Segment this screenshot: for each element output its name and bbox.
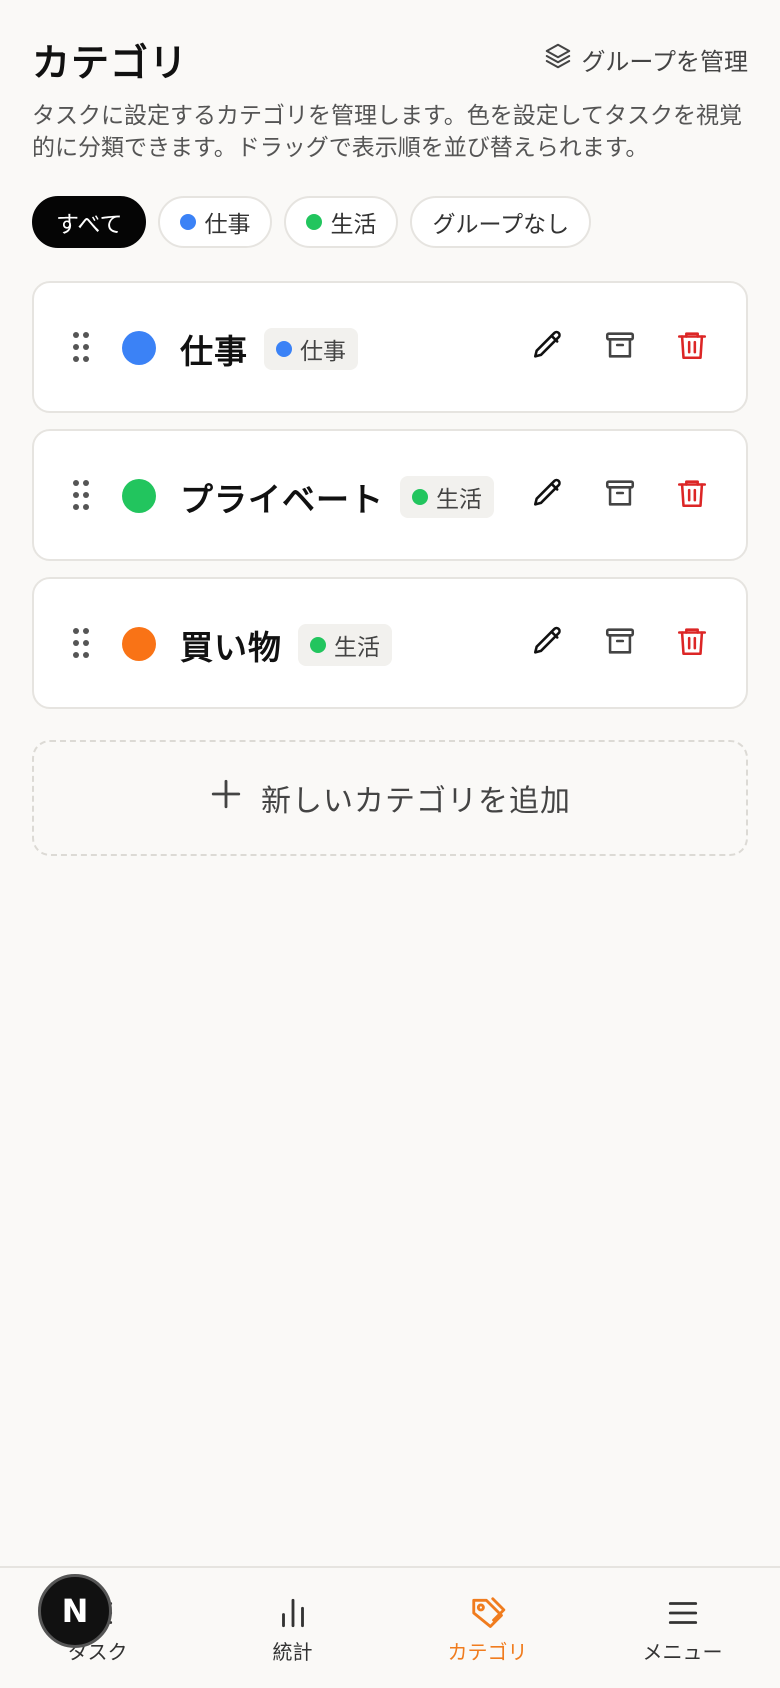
pencil-icon (533, 478, 561, 506)
header: カテゴリ グループを管理 (32, 38, 748, 88)
group-badge: 生活 (400, 476, 494, 518)
group-badge-label: 仕事 (300, 339, 346, 365)
manage-groups-label: グループを管理 (581, 47, 748, 76)
category-color-swatch (122, 627, 156, 661)
color-dot-icon (412, 489, 428, 505)
trash-icon (677, 332, 707, 360)
category-card: 買い物 生活 (32, 577, 748, 709)
nav-label: メニュー (642, 1639, 723, 1664)
archive-icon (605, 332, 635, 358)
nav-item-stats[interactable]: 統計 (195, 1568, 390, 1688)
group-badge-label: 生活 (436, 487, 482, 513)
pencil-icon (533, 330, 561, 358)
archive-button[interactable] (602, 623, 638, 659)
archive-icon (605, 480, 635, 506)
group-badge-label: 生活 (334, 635, 380, 661)
drag-handle-icon[interactable] (72, 479, 90, 511)
plus-icon (209, 777, 243, 819)
color-dot-icon (306, 214, 323, 230)
menu-icon (668, 1601, 697, 1624)
filter-chip-no-group[interactable]: グループなし (410, 196, 592, 248)
category-card: プライベート 生活 (32, 429, 748, 561)
archive-button[interactable] (602, 475, 638, 511)
filter-chip-label: 生活 (330, 212, 377, 238)
category-name-row: プライベート 生活 (180, 467, 494, 527)
filter-chip-label: グループなし (432, 212, 570, 238)
add-category-label: 新しいカテゴリを追加 (261, 784, 571, 819)
delete-button[interactable] (674, 623, 710, 659)
bottom-nav: タスク 統計 カテゴリ メニュー (0, 1566, 780, 1688)
trash-icon (677, 628, 707, 656)
edit-button[interactable] (530, 327, 566, 363)
edit-button[interactable] (530, 623, 566, 659)
edit-button[interactable] (530, 475, 566, 511)
category-color-swatch (122, 331, 156, 365)
page-description: タスクに設定するカテゴリを管理します。色を設定してタスクを視覚的に分類できます。… (32, 103, 743, 161)
category-name: 仕事 (180, 332, 248, 371)
manage-groups-button[interactable]: グループを管理 (543, 38, 748, 80)
archive-button[interactable] (602, 327, 638, 363)
category-name-row: 仕事 仕事 (180, 319, 358, 379)
category-name: プライベート (180, 480, 384, 519)
category-name: 買い物 (180, 628, 282, 667)
category-color-swatch (122, 479, 156, 513)
add-category-button[interactable]: 新しいカテゴリを追加 (32, 740, 748, 856)
filter-chip-all[interactable]: すべて (32, 196, 147, 248)
category-actions (530, 623, 710, 659)
category-name-row: 買い物 生活 (180, 615, 392, 675)
group-badge: 生活 (298, 624, 392, 666)
color-dot-icon (276, 341, 292, 357)
group-filter-bar: すべて 仕事 生活 グループなし (32, 196, 592, 248)
drag-handle-icon[interactable] (72, 627, 90, 659)
color-dot-icon (310, 637, 326, 653)
category-card: 仕事 仕事 (32, 281, 748, 413)
category-actions (530, 327, 710, 363)
filter-chip-work[interactable]: 仕事 (158, 196, 273, 248)
tag-icon (471, 1596, 505, 1628)
layers-icon (543, 41, 573, 77)
pencil-icon (533, 626, 561, 654)
nav-label: 統計 (272, 1639, 313, 1664)
drag-handle-icon[interactable] (72, 331, 90, 363)
delete-button[interactable] (674, 327, 710, 363)
filter-chip-life[interactable]: 生活 (284, 196, 399, 248)
nav-item-menu[interactable]: メニュー (585, 1568, 780, 1688)
group-badge: 仕事 (264, 328, 358, 370)
categories-page: カテゴリ グループを管理 タスクに設定するカテゴリを管理します。色を設定してタス… (0, 0, 780, 1688)
category-actions (530, 475, 710, 511)
bar-chart-icon (281, 1598, 304, 1627)
filter-chip-label: 仕事 (204, 212, 251, 238)
trash-icon (677, 480, 707, 508)
delete-button[interactable] (674, 475, 710, 511)
archive-icon (605, 628, 635, 654)
filter-chip-label: すべて (56, 212, 123, 238)
nav-label: カテゴリ (447, 1639, 528, 1664)
floating-n-badge[interactable]: N (38, 1574, 112, 1648)
nav-item-categories[interactable]: カテゴリ (390, 1568, 585, 1688)
color-dot-icon (180, 214, 197, 230)
